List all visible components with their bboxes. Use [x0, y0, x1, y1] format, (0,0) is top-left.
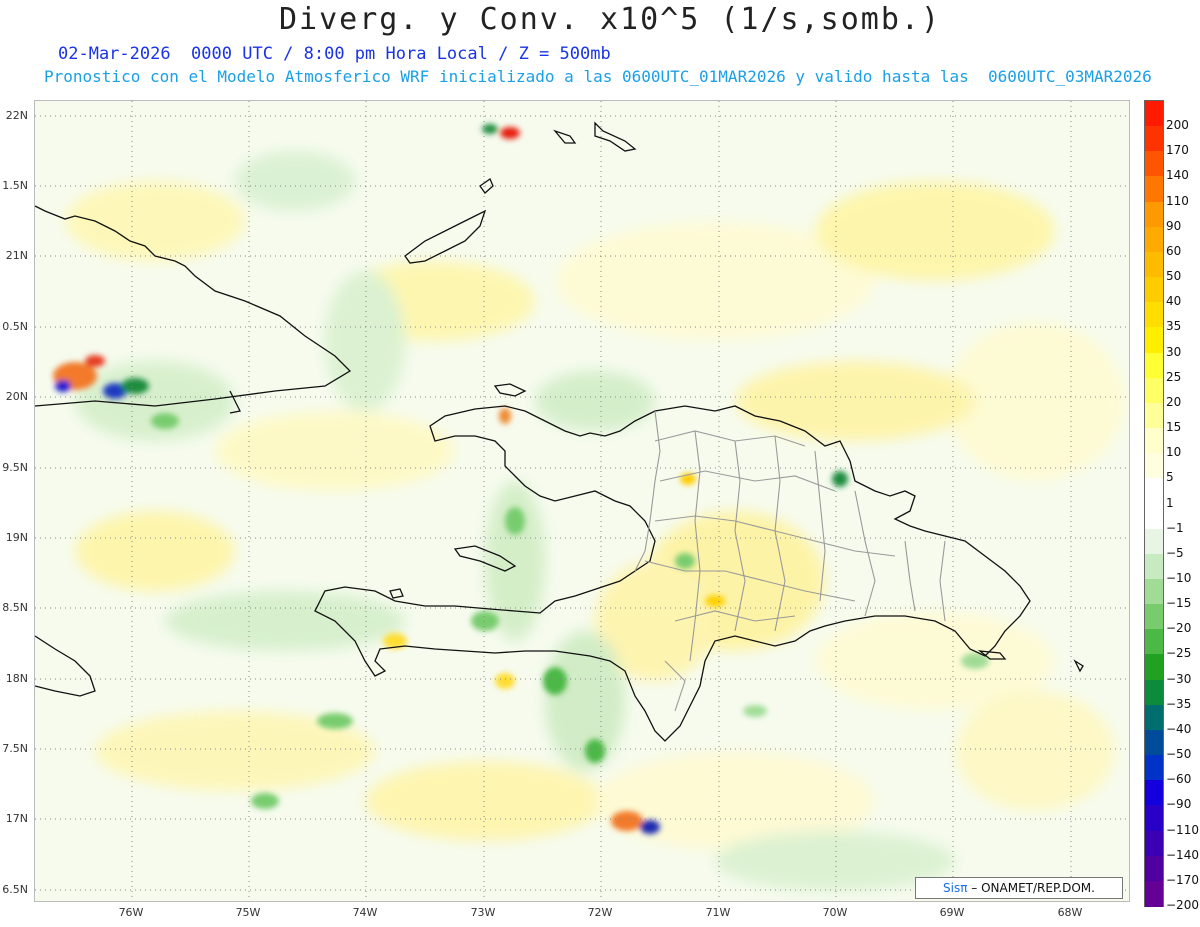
color-scale-label: 110: [1166, 193, 1189, 208]
color-scale-label: −170: [1166, 872, 1199, 887]
color-scale-swatch: [1145, 428, 1163, 454]
color-scale-swatch: [1145, 201, 1163, 228]
color-scale-swatch: [1145, 226, 1163, 253]
lat-label-22n: 22N: [5, 109, 28, 122]
color-scale-label: −90: [1166, 797, 1192, 812]
color-scale-label: 60: [1166, 243, 1182, 258]
color-scale-swatch: [1145, 277, 1163, 303]
color-scale-label: 50: [1166, 269, 1182, 284]
color-scale-swatch: [1145, 126, 1163, 152]
lat-label-20-5n: 0.5N: [2, 320, 28, 333]
color-scale-label: −20: [1166, 621, 1192, 636]
lat-label-16-5n: 6.5N: [2, 883, 28, 896]
color-scale-swatch: [1145, 453, 1163, 479]
lon-label-69w: 69W: [939, 906, 965, 919]
color-scale-swatch: [1145, 780, 1163, 806]
lat-label-20n: 20N: [5, 390, 28, 403]
color-scale-label: −110: [1166, 822, 1199, 837]
lat-label-19-5n: 9.5N: [2, 461, 28, 474]
color-scale-bar: [1144, 100, 1164, 907]
color-scale-swatch: [1145, 654, 1163, 681]
lat-label-17-5n: 7.5N: [2, 742, 28, 755]
color-scale-label: −5: [1166, 545, 1184, 560]
color-scale-swatch: [1145, 553, 1163, 580]
color-scale-label: −30: [1166, 671, 1192, 686]
color-scale-swatch: [1145, 528, 1163, 555]
divergence-field: [35, 101, 1129, 901]
lon-label-70w: 70W: [822, 906, 848, 919]
color-scale-swatch: [1145, 251, 1163, 278]
lat-label-21-5n: 1.5N: [2, 179, 28, 192]
color-scale-swatch: [1145, 302, 1163, 328]
color-scale-label: −25: [1166, 646, 1192, 661]
color-scale-swatch: [1145, 855, 1163, 882]
color-scale-swatch: [1145, 377, 1163, 404]
color-scale-label: −40: [1166, 721, 1192, 736]
lat-label-17n: 17N: [5, 812, 28, 825]
lat-label-18-5n: 8.5N: [2, 601, 28, 614]
lon-label-68w: 68W: [1057, 906, 1083, 919]
color-scale-label: 200: [1166, 118, 1189, 133]
lat-label-19n: 19N: [5, 531, 28, 544]
map-panel: [34, 100, 1130, 902]
color-scale-label: 90: [1166, 218, 1182, 233]
model-info-subtitle: Pronostico con el Modelo Atmosferico WRF…: [44, 67, 1152, 86]
color-scale-label: 25: [1166, 369, 1182, 384]
color-scale-swatch: [1145, 704, 1163, 731]
valid-time-subtitle: 02-Mar-2026 0000 UTC / 8:00 pm Hora Loca…: [58, 44, 611, 64]
color-scale-label: −50: [1166, 747, 1192, 762]
color-scale-swatch: [1145, 503, 1163, 530]
lon-label-72w: 72W: [587, 906, 613, 919]
color-scale-label: 140: [1166, 168, 1189, 183]
sispi-logo-text: Sisπ: [943, 881, 968, 895]
color-scale-label: −200: [1166, 898, 1199, 912]
color-scale-swatch: [1145, 327, 1163, 354]
color-scale-swatch: [1145, 402, 1163, 429]
lon-label-75w: 75W: [235, 906, 261, 919]
color-scale-label: −10: [1166, 570, 1192, 585]
color-scale-label: 15: [1166, 420, 1182, 435]
color-scale-label: −35: [1166, 696, 1192, 711]
color-scale-label: 30: [1166, 344, 1182, 359]
color-scale-swatch: [1145, 478, 1163, 504]
color-scale-swatch: [1145, 101, 1163, 127]
color-scale-swatch: [1145, 578, 1163, 605]
lon-label-73w: 73W: [470, 906, 496, 919]
lat-label-18n: 18N: [5, 672, 28, 685]
lat-label-21n: 21N: [5, 249, 28, 262]
color-scale-label: 5: [1166, 470, 1174, 485]
color-scale-swatch: [1145, 679, 1163, 706]
color-scale-swatch: [1145, 352, 1163, 379]
color-scale-label: −15: [1166, 596, 1192, 611]
color-scale-swatch: [1145, 805, 1163, 832]
color-scale-swatch: [1145, 830, 1163, 857]
color-scale-swatch: [1145, 880, 1163, 907]
color-scale-label: −60: [1166, 772, 1192, 787]
map-title: Diverg. y Conv. x10^5 (1/s,somb.): [278, 2, 942, 37]
color-scale-swatch: [1145, 755, 1163, 781]
color-scale-swatch: [1145, 151, 1163, 177]
color-scale-label: 1: [1166, 495, 1174, 510]
color-scale-label: 35: [1166, 319, 1182, 334]
color-scale-swatch: [1145, 176, 1163, 203]
color-scale-label: 10: [1166, 445, 1182, 460]
color-scale-label: −1: [1166, 520, 1184, 535]
credit-text: – ONAMET/REP.DOM.: [971, 881, 1095, 895]
lon-label-76w: 76W: [118, 906, 144, 919]
color-scale-label: 170: [1166, 143, 1189, 158]
color-scale-swatch: [1145, 629, 1163, 655]
color-scale-swatch: [1145, 729, 1163, 756]
color-scale-label: −140: [1166, 847, 1199, 862]
color-scale-swatch: [1145, 604, 1163, 630]
lon-label-74w: 74W: [352, 906, 378, 919]
credit-box: Sisπ – ONAMET/REP.DOM.: [915, 877, 1123, 899]
color-scale-label: 40: [1166, 294, 1182, 309]
color-scale-label: 20: [1166, 394, 1182, 409]
lon-label-71w: 71W: [705, 906, 731, 919]
